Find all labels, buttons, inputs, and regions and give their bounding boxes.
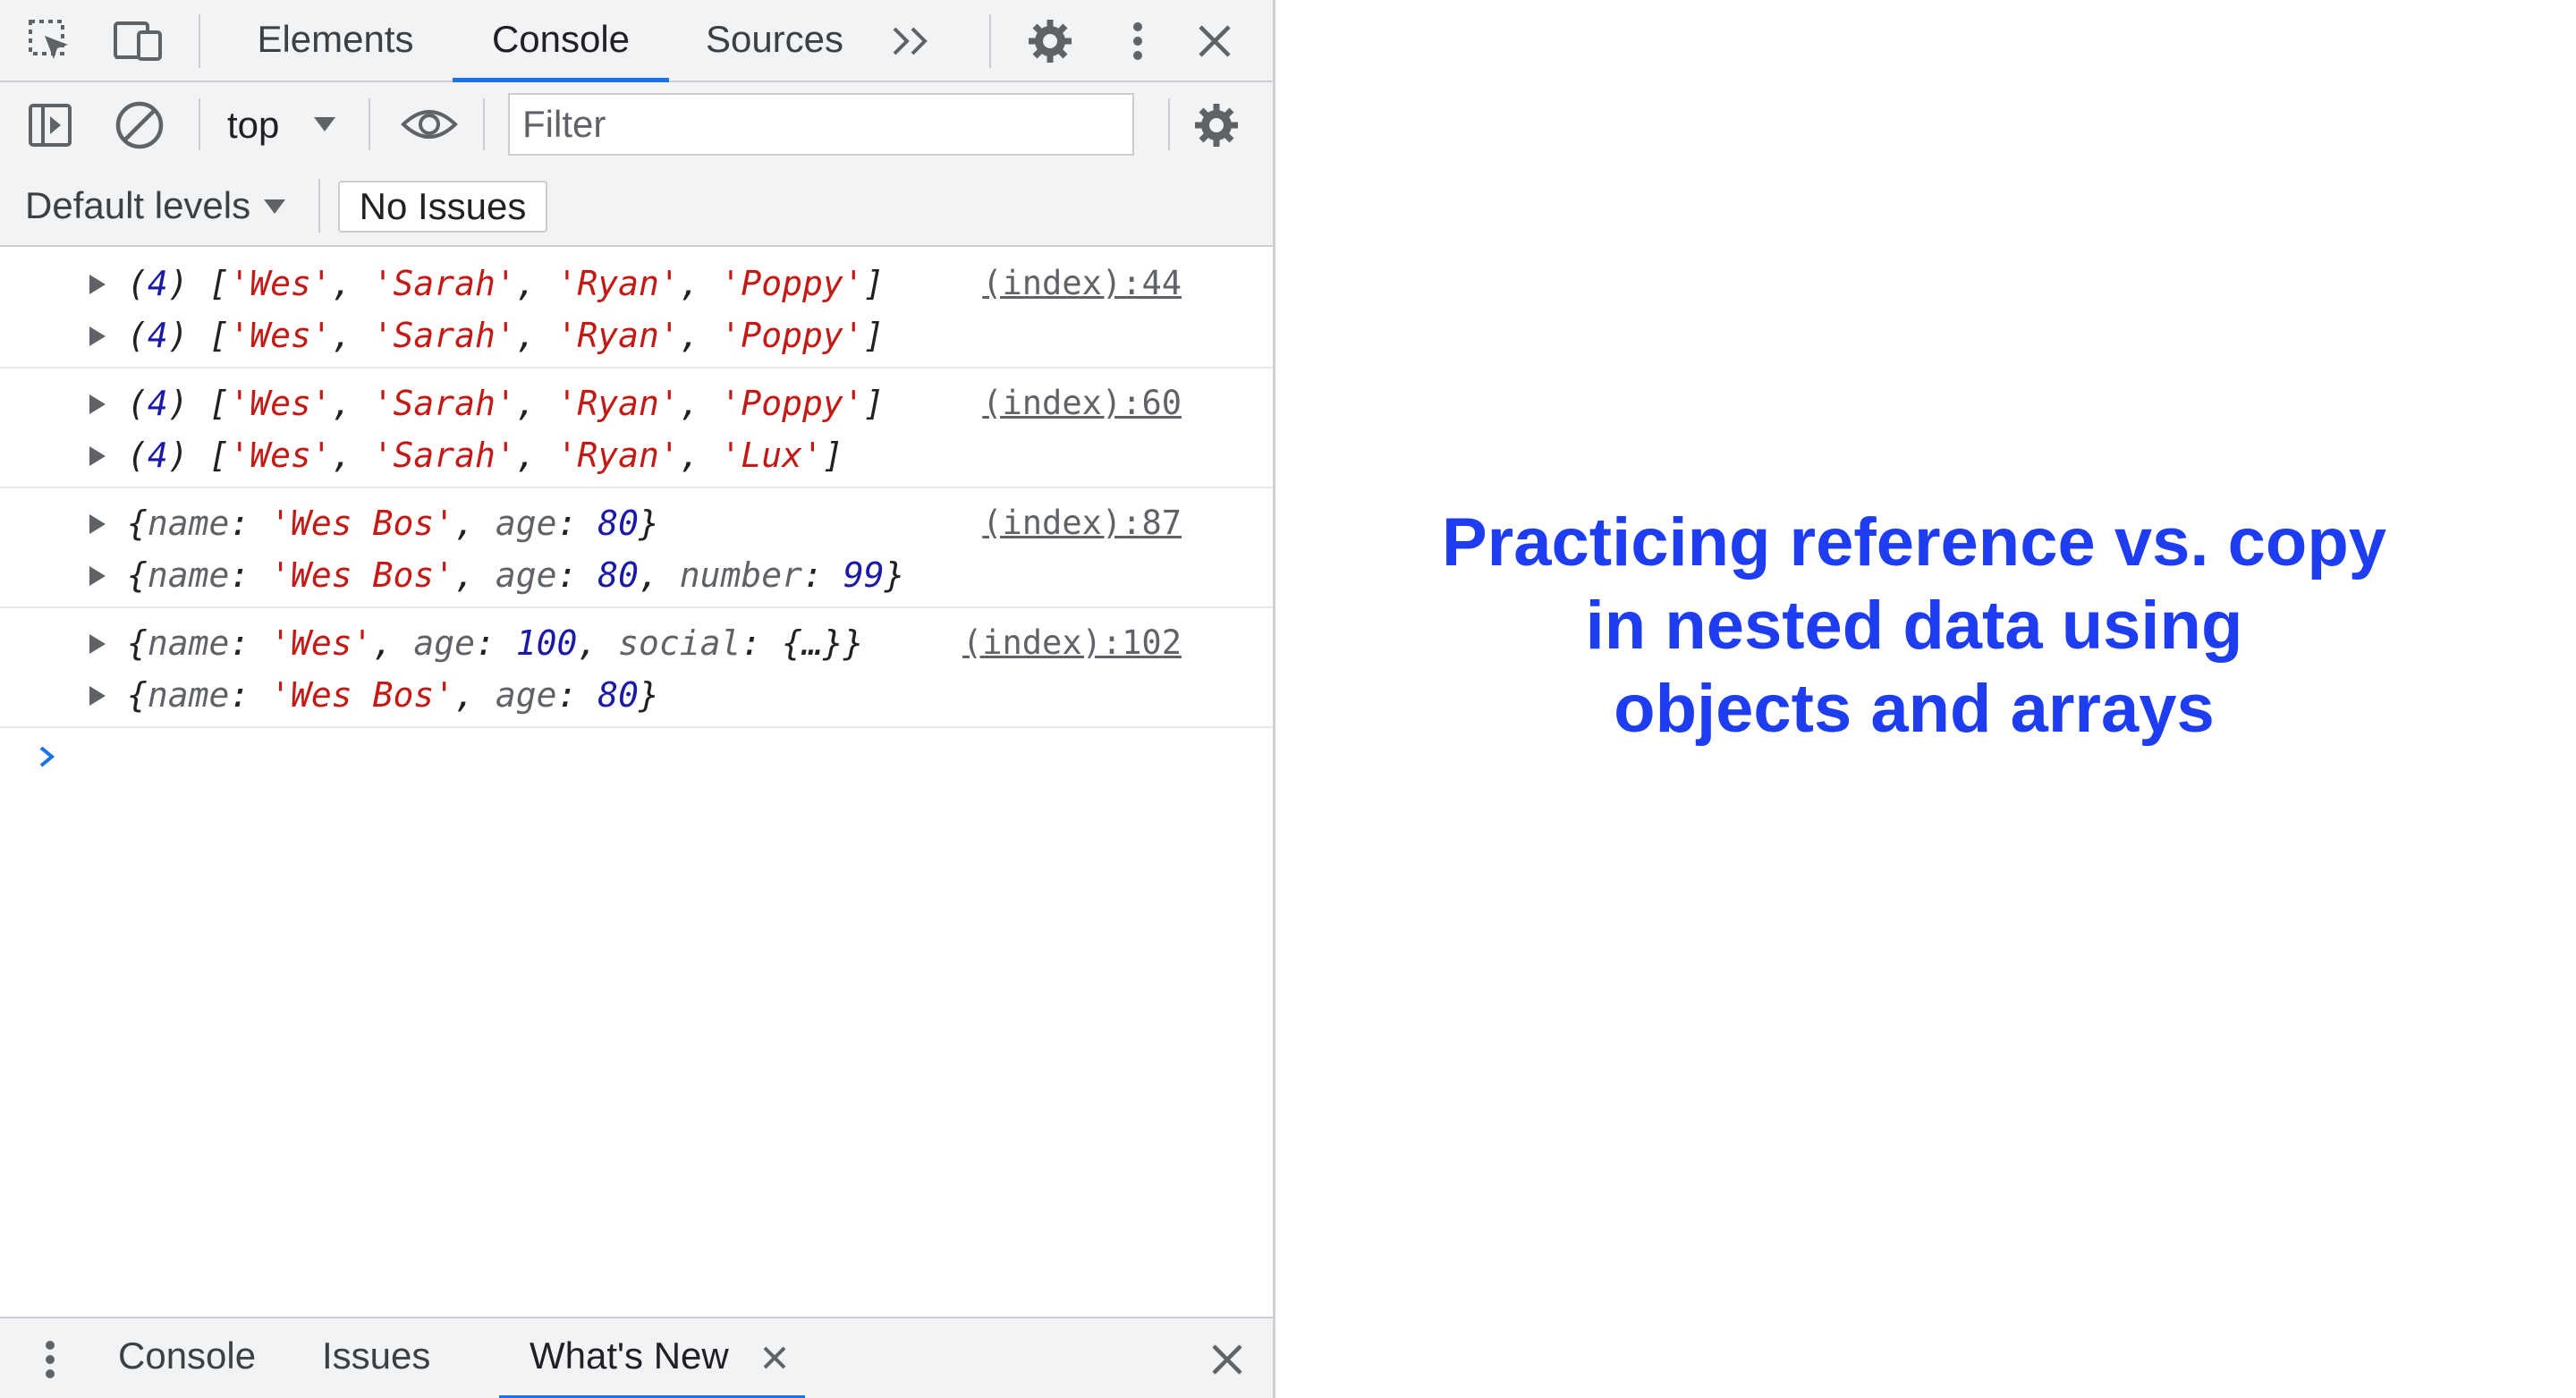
drawer-tab-label: What's New bbox=[530, 1334, 729, 1377]
source-link[interactable]: (index):102 bbox=[962, 617, 1182, 669]
log-group: {name: 'Wes Bos', age: 80} (index):87 {nam… bbox=[0, 488, 1273, 608]
expand-triangle-icon[interactable] bbox=[89, 446, 106, 466]
log-entry[interactable]: {name: 'Wes Bos', age: 80} bbox=[0, 669, 1273, 721]
console-toolbar: top Defau bbox=[0, 82, 1273, 247]
toolbar-divider bbox=[369, 98, 370, 150]
source-link[interactable]: (index):44 bbox=[982, 258, 1182, 309]
toolbar-divider bbox=[989, 14, 991, 68]
log-group: {name: 'Wes', age: 100, social: {…}} (ind… bbox=[0, 608, 1273, 728]
tab-console[interactable]: Console bbox=[453, 0, 669, 82]
devtools-panel: Elements Console Sources top Filter Defa… bbox=[0, 0, 1275, 1398]
drawer-tab-issues[interactable]: Issues bbox=[322, 1318, 430, 1398]
toolbar-divider bbox=[318, 179, 320, 233]
lesson-caption: Practicing reference vs. copy in nested … bbox=[1368, 501, 2460, 750]
caption-line: in nested data using bbox=[1585, 588, 2243, 664]
expand-triangle-icon[interactable] bbox=[89, 634, 106, 654]
log-entry-text: (4) ['Wes', 'Sarah', 'Ryan', 'Lux'] bbox=[127, 436, 843, 475]
close-tab-icon[interactable] bbox=[757, 1340, 792, 1376]
log-entry[interactable]: (4) ['Wes', 'Sarah', 'Ryan', 'Poppy'] (in… bbox=[0, 258, 1273, 309]
expand-triangle-icon[interactable] bbox=[89, 394, 106, 414]
log-group: (4) ['Wes', 'Sarah', 'Ryan', 'Poppy'] (in… bbox=[0, 249, 1273, 369]
expand-triangle-icon[interactable] bbox=[89, 686, 106, 706]
tab-sources[interactable]: Sources bbox=[687, 0, 862, 82]
dropdown-arrow-icon[interactable] bbox=[259, 191, 290, 222]
log-entry-text: {name: 'Wes Bos', age: 80} bbox=[127, 504, 659, 543]
drawer-tab-console[interactable]: Console bbox=[118, 1318, 256, 1398]
log-entry[interactable]: (4) ['Wes', 'Sarah', 'Ryan', 'Poppy'] bbox=[0, 309, 1273, 361]
log-entry-text: (4) ['Wes', 'Sarah', 'Ryan', 'Poppy'] bbox=[127, 384, 885, 423]
drawer-tab-whats-new[interactable]: What's New bbox=[499, 1318, 805, 1398]
toolbar-divider bbox=[199, 98, 200, 150]
expand-triangle-icon[interactable] bbox=[89, 566, 106, 586]
expand-triangle-icon[interactable] bbox=[89, 514, 106, 534]
log-entry-text: {name: 'Wes Bos', age: 80} bbox=[127, 675, 659, 715]
inspect-element-icon[interactable] bbox=[23, 14, 77, 68]
sidebar-toggle-icon[interactable] bbox=[23, 98, 77, 152]
close-icon[interactable] bbox=[1190, 16, 1240, 66]
log-entry[interactable]: (4) ['Wes', 'Sarah', 'Ryan', 'Lux'] bbox=[0, 429, 1273, 481]
settings-icon[interactable] bbox=[1021, 13, 1079, 70]
close-drawer-icon[interactable] bbox=[1206, 1338, 1249, 1381]
dropdown-arrow-icon[interactable] bbox=[309, 109, 340, 140]
clear-console-icon[interactable] bbox=[111, 97, 168, 154]
tab-elements[interactable]: Elements bbox=[234, 0, 436, 82]
console-settings-icon[interactable] bbox=[1188, 97, 1245, 154]
prompt-chevron-icon[interactable] bbox=[34, 739, 61, 775]
issues-button[interactable]: No Issues bbox=[338, 181, 547, 233]
more-tabs-icon[interactable] bbox=[886, 16, 937, 66]
log-entry-text: {name: 'Wes', age: 100, social: {…}} bbox=[127, 623, 864, 663]
filter-input[interactable] bbox=[508, 93, 1134, 156]
log-entry-text: (4) ['Wes', 'Sarah', 'Ryan', 'Poppy'] bbox=[127, 264, 885, 303]
log-entry-text: (4) ['Wes', 'Sarah', 'Ryan', 'Poppy'] bbox=[127, 316, 885, 355]
log-levels-dropdown[interactable]: Default levels bbox=[25, 182, 250, 229]
expand-triangle-icon[interactable] bbox=[89, 326, 106, 346]
drawer-tabstrip: Console Issues What's New bbox=[0, 1317, 1273, 1398]
toolbar-divider bbox=[199, 14, 200, 68]
log-entry[interactable]: (4) ['Wes', 'Sarah', 'Ryan', 'Poppy'] (in… bbox=[0, 377, 1273, 429]
log-entry[interactable]: {name: 'Wes', age: 100, social: {…}} (ind… bbox=[0, 617, 1273, 669]
context-selector[interactable]: top bbox=[227, 102, 279, 148]
console-messages: (4) ['Wes', 'Sarah', 'Ryan', 'Poppy'] (in… bbox=[0, 249, 1273, 728]
log-group: (4) ['Wes', 'Sarah', 'Ryan', 'Poppy'] (in… bbox=[0, 369, 1273, 488]
log-entry[interactable]: {name: 'Wes Bos', age: 80, number: 99} bbox=[0, 549, 1273, 601]
log-entry-text: {name: 'Wes Bos', age: 80, number: 99} bbox=[127, 555, 905, 595]
toolbar-divider bbox=[483, 98, 485, 150]
expand-triangle-icon[interactable] bbox=[89, 275, 106, 294]
log-entry[interactable]: {name: 'Wes Bos', age: 80} (index):87 bbox=[0, 497, 1273, 549]
drawer-menu-icon[interactable] bbox=[32, 1334, 68, 1385]
caption-line: Practicing reference vs. copy bbox=[1441, 504, 2387, 580]
devtools-tabstrip: Elements Console Sources bbox=[0, 0, 1273, 82]
live-expression-eye-icon[interactable] bbox=[397, 102, 462, 147]
device-toolbar-icon[interactable] bbox=[111, 14, 168, 68]
source-link[interactable]: (index):87 bbox=[982, 497, 1182, 549]
caption-line: objects and arrays bbox=[1614, 671, 2215, 747]
toolbar-divider bbox=[1168, 98, 1170, 150]
source-link[interactable]: (index):60 bbox=[982, 377, 1182, 429]
kebab-menu-icon[interactable] bbox=[1122, 16, 1154, 66]
